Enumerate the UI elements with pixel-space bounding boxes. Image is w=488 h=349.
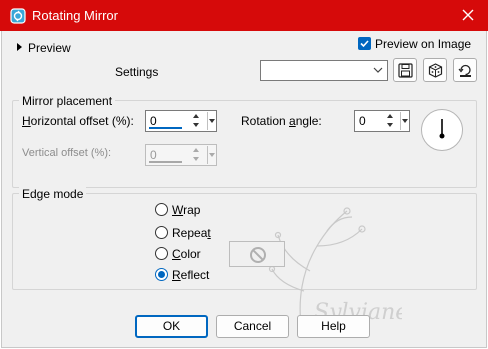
label-part: eflect <box>180 268 210 282</box>
rotation-dial-icon <box>439 119 445 139</box>
edge-mode-reflect-label[interactable]: Reflect <box>172 268 209 282</box>
vertical-offset-value: 0 <box>150 148 157 162</box>
vertical-offset-label: Vertical offset (%): <box>22 147 112 159</box>
edge-mode-repeat-label[interactable]: Repeat <box>172 226 211 240</box>
ok-button[interactable]: OK <box>135 315 208 338</box>
settings-combo[interactable] <box>260 60 388 81</box>
edge-mode-wrap-label[interactable]: Wrap <box>172 203 200 217</box>
edge-mode-color-radio[interactable] <box>155 247 168 260</box>
cancel-button[interactable]: Cancel <box>216 315 289 338</box>
mirror-placement-title: Mirror placement <box>19 94 116 108</box>
label-access-key: C <box>172 247 181 261</box>
preview-on-image-checkbox[interactable] <box>358 37 371 50</box>
edge-mode-repeat-radio[interactable] <box>155 226 168 239</box>
vertical-offset-spinner: 0 <box>145 144 217 166</box>
label-part: olor <box>180 247 201 261</box>
rotation-angle-spinner[interactable]: 0 <box>354 110 410 132</box>
help-button[interactable]: Help <box>297 315 370 338</box>
horizontal-offset-value: 0 <box>150 114 157 128</box>
preview-label: Preview <box>28 41 71 55</box>
horizontal-offset-slider[interactable] <box>149 127 182 129</box>
vertical-offset-slider <box>149 161 182 163</box>
checkmark-icon <box>360 40 369 48</box>
horizontal-offset-spinner[interactable]: 0 <box>145 110 217 132</box>
label-part: Repea <box>172 226 208 240</box>
edge-mode-wrap-radio[interactable] <box>155 203 168 216</box>
randomize-button[interactable] <box>423 58 447 82</box>
label-access-key: H <box>22 114 31 128</box>
expand-triangle-icon <box>17 43 22 51</box>
vertical-offset-dropdown <box>207 146 215 164</box>
label-access-key: W <box>172 203 184 217</box>
label-part: orizontal offset (%): <box>30 114 134 128</box>
rotation-angle-arrows[interactable] <box>386 112 395 130</box>
horizontal-offset-dropdown[interactable] <box>207 112 215 130</box>
label-part: rap <box>183 203 201 217</box>
rotation-angle-label: Rotation angle: <box>241 114 322 128</box>
save-disk-icon <box>398 63 413 78</box>
horizontal-offset-arrows[interactable] <box>192 112 201 130</box>
edge-mode-reflect-radio[interactable] <box>155 268 168 281</box>
title-bar: Rotating Mirror <box>0 0 488 31</box>
vertical-offset-arrows <box>192 146 201 164</box>
close-icon[interactable] <box>458 5 478 25</box>
rotating-mirror-app-icon <box>10 8 26 24</box>
save-preset-button[interactable] <box>393 58 417 82</box>
label-part: Rotation <box>241 114 290 128</box>
edge-color-swatch <box>229 241 285 267</box>
dialog-body: Preview Preview on Image Settings Mirror… <box>1 31 487 348</box>
no-color-icon <box>250 247 266 263</box>
label-part: ngle: <box>295 114 322 128</box>
edge-mode-color-label[interactable]: Color <box>172 247 201 261</box>
label-access-key: t <box>207 226 211 240</box>
window-title: Rotating Mirror <box>32 8 118 23</box>
edge-mode-title: Edge mode <box>19 187 87 201</box>
chevron-down-icon <box>373 67 383 73</box>
horizontal-offset-label: Horizontal offset (%): <box>22 114 134 128</box>
dice-icon <box>428 63 443 78</box>
rotation-dial[interactable] <box>421 109 463 151</box>
reset-defaults-icon <box>458 64 471 77</box>
label-access-key: a <box>289 114 296 128</box>
reset-defaults-button[interactable] <box>453 58 477 82</box>
label-access-key: R <box>172 268 181 282</box>
preview-on-image-label: Preview on Image <box>375 37 472 51</box>
settings-label: Settings <box>115 65 159 79</box>
rotation-angle-value: 0 <box>359 114 366 128</box>
rotation-angle-dropdown[interactable] <box>400 112 408 130</box>
